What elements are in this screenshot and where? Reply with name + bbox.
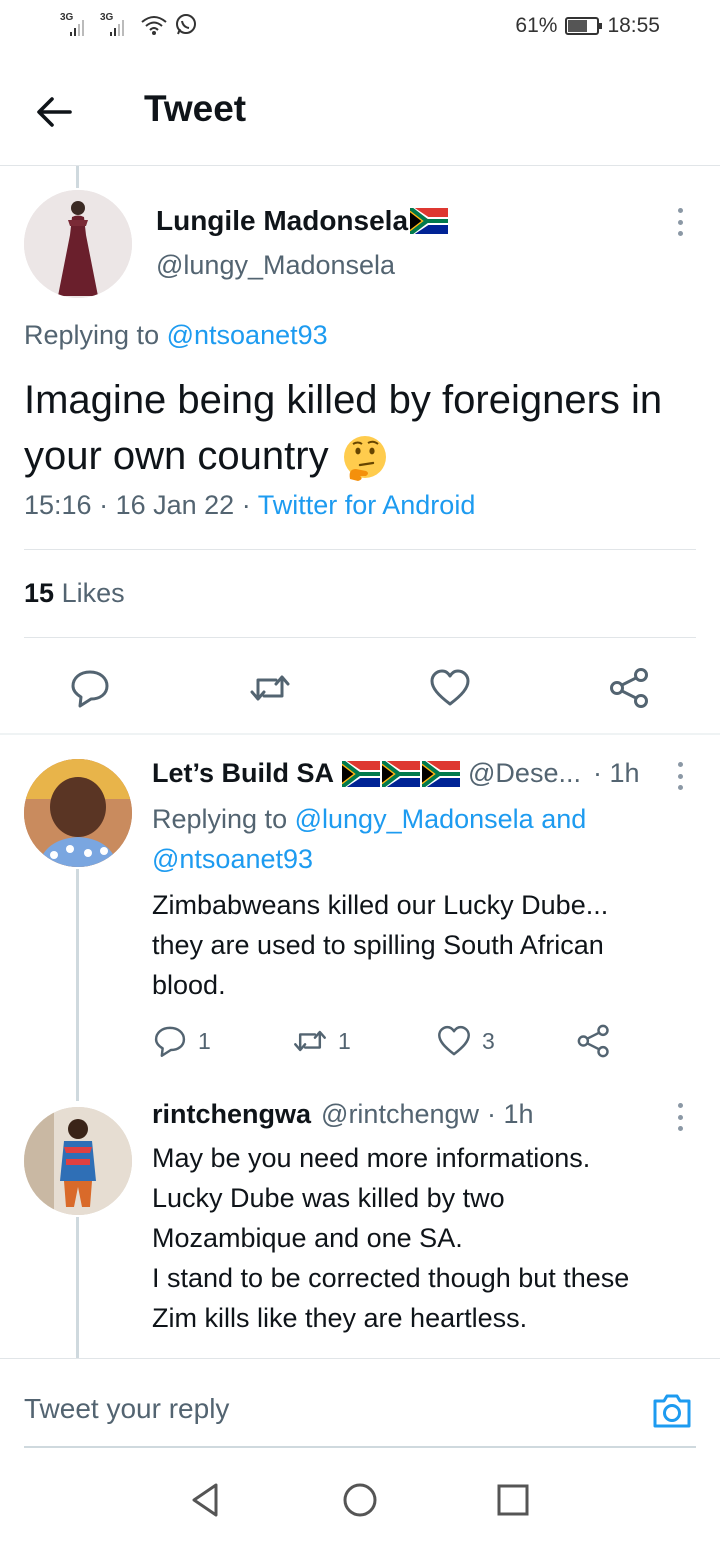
like-count: 3	[482, 1027, 495, 1054]
reply-replying-to: Replying to @lungy_Madonsela and @ntsoan…	[152, 799, 672, 879]
thread-line	[76, 869, 79, 1101]
wifi-icon	[141, 16, 167, 35]
tweet-actions	[0, 660, 720, 716]
reply-text-line: May be you need more informations.	[152, 1143, 591, 1173]
author-name-row[interactable]: Lungile Madonsela	[156, 205, 449, 237]
reply-time: 1h	[503, 1099, 534, 1129]
retweet-icon[interactable]	[248, 666, 292, 710]
replying-and: and	[541, 804, 587, 834]
compose-underline	[24, 1446, 696, 1448]
more-vertical-icon[interactable]	[670, 1097, 690, 1137]
reply-input[interactable]: Tweet your reply	[24, 1393, 229, 1425]
top-app-bar: Tweet	[0, 54, 720, 166]
camera-icon[interactable]	[650, 1389, 694, 1433]
thread-line-top	[76, 166, 79, 188]
battery-icon	[565, 17, 603, 35]
reply-author-handle[interactable]: @Dese...	[468, 758, 581, 789]
signal-2-icon: 3G	[100, 12, 134, 38]
divider	[24, 549, 696, 550]
triangle-back-icon[interactable]	[186, 1480, 226, 1520]
likes-count: 15	[24, 578, 55, 608]
signal-1-icon: 3G	[60, 12, 94, 38]
likes-summary[interactable]: 15 Likes	[24, 578, 125, 609]
square-recents-icon[interactable]	[493, 1480, 533, 1520]
reply-avatar[interactable]	[24, 1107, 132, 1215]
arrow-left-icon[interactable]	[32, 90, 76, 134]
replying-mention[interactable]: @ntsoanet93	[167, 320, 328, 350]
status-right: 61% 18:55	[515, 14, 660, 38]
reply-text-line: blood.	[152, 970, 226, 1000]
replying-mention[interactable]: @ntsoanet93	[152, 844, 313, 874]
south-africa-flag-icon	[342, 760, 381, 787]
replying-prefix: Replying to	[24, 320, 160, 350]
south-africa-flag-icon	[410, 208, 449, 234]
thinking-face-icon	[343, 436, 386, 482]
reply-reply-button[interactable]: 1	[152, 1023, 211, 1059]
reply-icon[interactable]	[68, 666, 112, 710]
reply-author-name[interactable]: Let’s Build SA	[152, 758, 334, 789]
reply-icon	[154, 1026, 186, 1057]
replying-to: Replying to @ntsoanet93	[24, 320, 328, 351]
tweet-meta: 15:16 · 16 Jan 22 · Twitter for Android	[24, 490, 476, 520]
section-separator	[0, 733, 720, 735]
reply-text-line: Zimbabweans killed our Lucky Dube...	[152, 890, 609, 920]
retweet-count: 1	[338, 1027, 351, 1054]
more-vertical-icon[interactable]	[670, 202, 690, 242]
retweet-icon	[294, 1030, 326, 1052]
heart-icon[interactable]	[428, 666, 472, 710]
reply-text-line: I stand to be corrected though but these	[152, 1263, 630, 1293]
tweet-text: Imagine being killed by foreigners in yo…	[24, 372, 704, 484]
battery-percent: 61%	[515, 14, 558, 37]
status-left: 3G 3G	[60, 12, 198, 38]
clock: 18:55	[607, 14, 660, 37]
reply-header: rintchengwa @rintchengw · 1h	[152, 1099, 534, 1130]
author-avatar[interactable]	[24, 190, 132, 298]
divider	[24, 637, 696, 638]
reply-author-name[interactable]: rintchengwa	[152, 1099, 311, 1130]
circle-home-icon[interactable]	[340, 1480, 380, 1520]
reply-text-line: Lucky Dube was killed by two	[152, 1183, 505, 1213]
reply-share-button[interactable]	[576, 1023, 612, 1059]
more-vertical-icon[interactable]	[670, 756, 690, 796]
reply-avatar[interactable]	[24, 759, 132, 867]
system-nav-bar	[0, 1460, 720, 1541]
tweet-time: 15:16	[24, 490, 92, 520]
status-bar: 3G 3G 61% 18:55	[0, 0, 720, 54]
author-name[interactable]: Lungile Madonsela	[156, 205, 408, 237]
reply-text-line: they are used to spilling South African	[152, 930, 604, 960]
replying-prefix: Replying to	[152, 804, 288, 834]
south-africa-flag-icon	[382, 760, 421, 787]
heart-icon	[438, 1025, 470, 1056]
reply-text-line: Zim kills like they are heartless.	[152, 1303, 528, 1333]
tweet-date: 16 Jan 22	[115, 490, 235, 520]
reply-header: Let’s Build SA @Dese... · 1h	[152, 758, 640, 789]
reply-actions: 1 1 3	[152, 1023, 632, 1063]
reply-time: 1h	[609, 758, 640, 788]
reply-count: 1	[198, 1027, 211, 1054]
reply-text: May be you need more informations. Lucky…	[152, 1138, 712, 1338]
share-icon	[577, 1024, 609, 1058]
reply-text-line: Mozambique and one SA.	[152, 1223, 463, 1253]
replying-mention[interactable]: @lungy_Madonsela	[295, 804, 534, 834]
reply-retweet-button[interactable]: 1	[292, 1023, 351, 1059]
tweet-source[interactable]: Twitter for Android	[258, 490, 476, 520]
compose-bar: Tweet your reply	[0, 1358, 720, 1448]
reply-like-button[interactable]: 3	[436, 1023, 495, 1059]
reply-text: Zimbabweans killed our Lucky Dube... the…	[152, 885, 712, 1005]
share-icon[interactable]	[608, 666, 652, 710]
likes-label: Likes	[61, 578, 125, 608]
page-title: Tweet	[144, 88, 247, 129]
reply-author-handle[interactable]: @rintchengw	[321, 1099, 479, 1130]
author-handle[interactable]: @lungy_Madonsela	[156, 250, 395, 281]
whatsapp-icon	[176, 14, 196, 35]
south-africa-flag-icon	[422, 760, 461, 787]
thread-line	[76, 1217, 79, 1358]
